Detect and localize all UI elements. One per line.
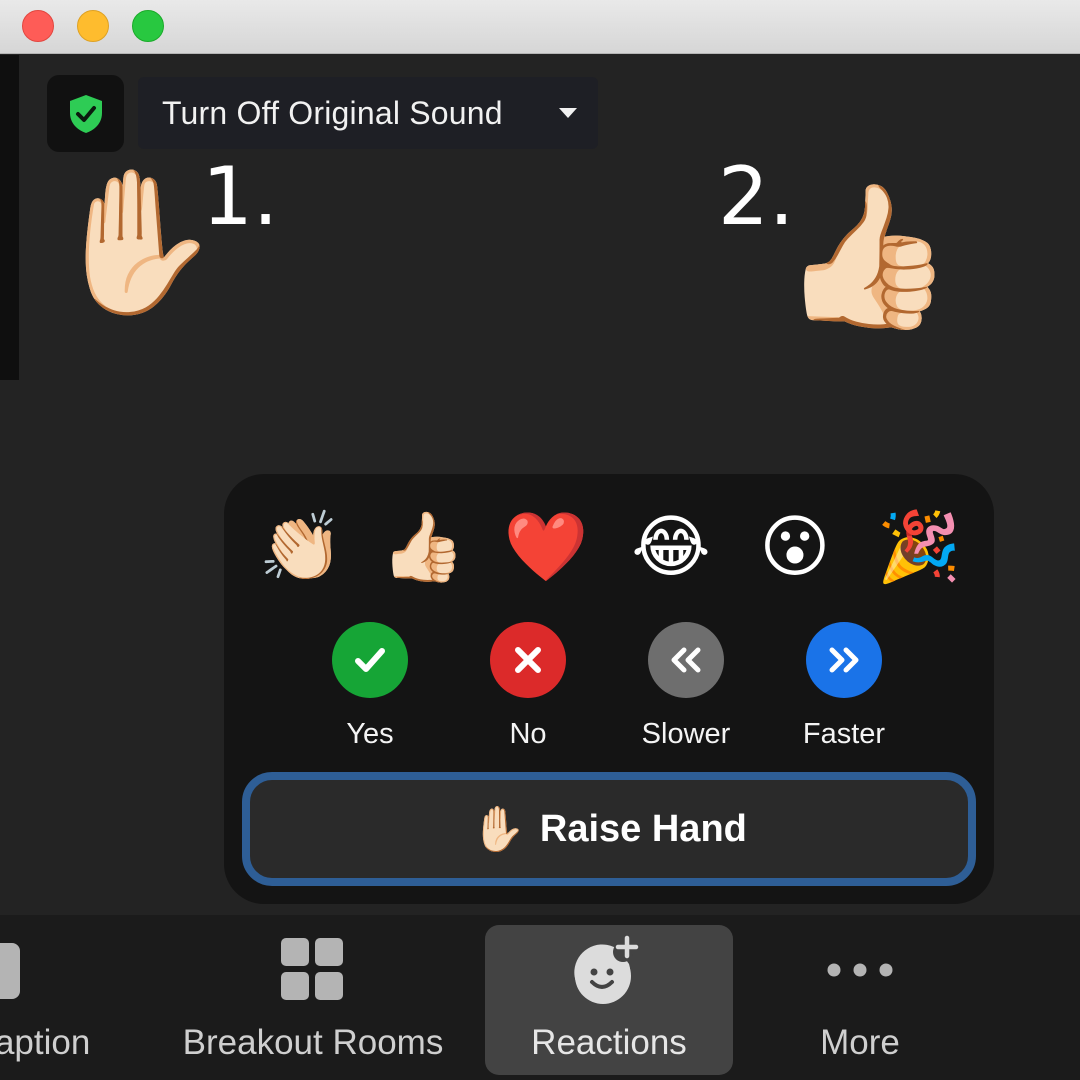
original-sound-label: Turn Off Original Sound xyxy=(162,94,503,131)
reaction-heart[interactable]: ❤️ xyxy=(501,502,591,592)
minimize-window-button[interactable] xyxy=(77,10,109,42)
toolbar-caption-button[interactable]: Caption xyxy=(0,915,120,1080)
security-button[interactable] xyxy=(47,75,124,152)
shield-check-icon xyxy=(69,94,102,133)
reactions-popup: 👏🏻 👍🏻 ❤️ 😂 😮 🎉 Yes No Slower Faster ✋🏻 R… xyxy=(224,474,994,904)
x-icon xyxy=(490,622,566,698)
feedback-yes-label: Yes xyxy=(346,718,394,750)
step-1-label: 1. xyxy=(202,150,279,243)
original-sound-button[interactable]: Turn Off Original Sound xyxy=(138,77,598,149)
raised-hand-icon: ✋🏻 xyxy=(471,805,526,854)
toolbar-reactions-label: Reactions xyxy=(531,1023,687,1062)
video-tile-edge xyxy=(0,55,19,380)
reaction-clapping-hands[interactable]: 👏🏻 xyxy=(256,502,346,592)
raise-hand-label: Raise Hand xyxy=(539,807,747,850)
meeting-toolbar: Caption Breakout Rooms Reaction xyxy=(0,915,1080,1080)
raise-hand-button[interactable]: ✋🏻 Raise Hand xyxy=(242,772,976,886)
breakout-grid-icon xyxy=(160,935,466,1005)
feedback-faster-label: Faster xyxy=(802,718,886,750)
double-chevron-right-icon xyxy=(806,622,882,698)
check-icon xyxy=(332,622,408,698)
add-reaction-icon xyxy=(485,935,733,1005)
feedback-slower-button[interactable]: Slower xyxy=(626,622,746,751)
window-titlebar xyxy=(0,0,1080,54)
feedback-faster-button[interactable]: Faster xyxy=(784,622,904,751)
caret-down-icon xyxy=(559,108,577,118)
zoom-window-button[interactable] xyxy=(132,10,164,42)
toolbar-reactions-button[interactable]: Reactions xyxy=(485,925,733,1075)
emoji-reaction-row: 👏🏻 👍🏻 ❤️ 😂 😮 🎉 xyxy=(224,502,994,592)
raised-hand-annotation-emoji: ✋🏻 xyxy=(48,163,223,320)
toolbar-breakout-rooms-label: Breakout Rooms xyxy=(182,1023,444,1062)
reaction-open-mouth[interactable]: 😮 xyxy=(750,502,840,592)
toolbar-more-button[interactable]: More xyxy=(770,915,950,1080)
feedback-no-label: No xyxy=(509,718,547,750)
toolbar-breakout-rooms-button[interactable]: Breakout Rooms xyxy=(160,915,466,1080)
more-dots-icon xyxy=(770,935,950,1005)
toolbar-caption-label: Caption xyxy=(0,1023,91,1062)
reaction-thumbs-up[interactable]: 👍🏻 xyxy=(378,502,468,592)
reaction-party-popper[interactable]: 🎉 xyxy=(874,502,964,592)
thumbs-up-annotation-emoji: 👍🏻 xyxy=(780,177,955,334)
reaction-tears-of-joy[interactable]: 😂 xyxy=(626,502,716,592)
feedback-slower-label: Slower xyxy=(641,718,731,750)
feedback-no-button[interactable]: No xyxy=(468,622,588,751)
close-window-button[interactable] xyxy=(22,10,54,42)
toolbar-more-label: More xyxy=(820,1023,900,1062)
original-sound-dropdown[interactable] xyxy=(538,77,598,149)
double-chevron-left-icon xyxy=(648,622,724,698)
feedback-yes-button[interactable]: Yes xyxy=(310,622,430,751)
closed-caption-icon xyxy=(0,935,120,1005)
